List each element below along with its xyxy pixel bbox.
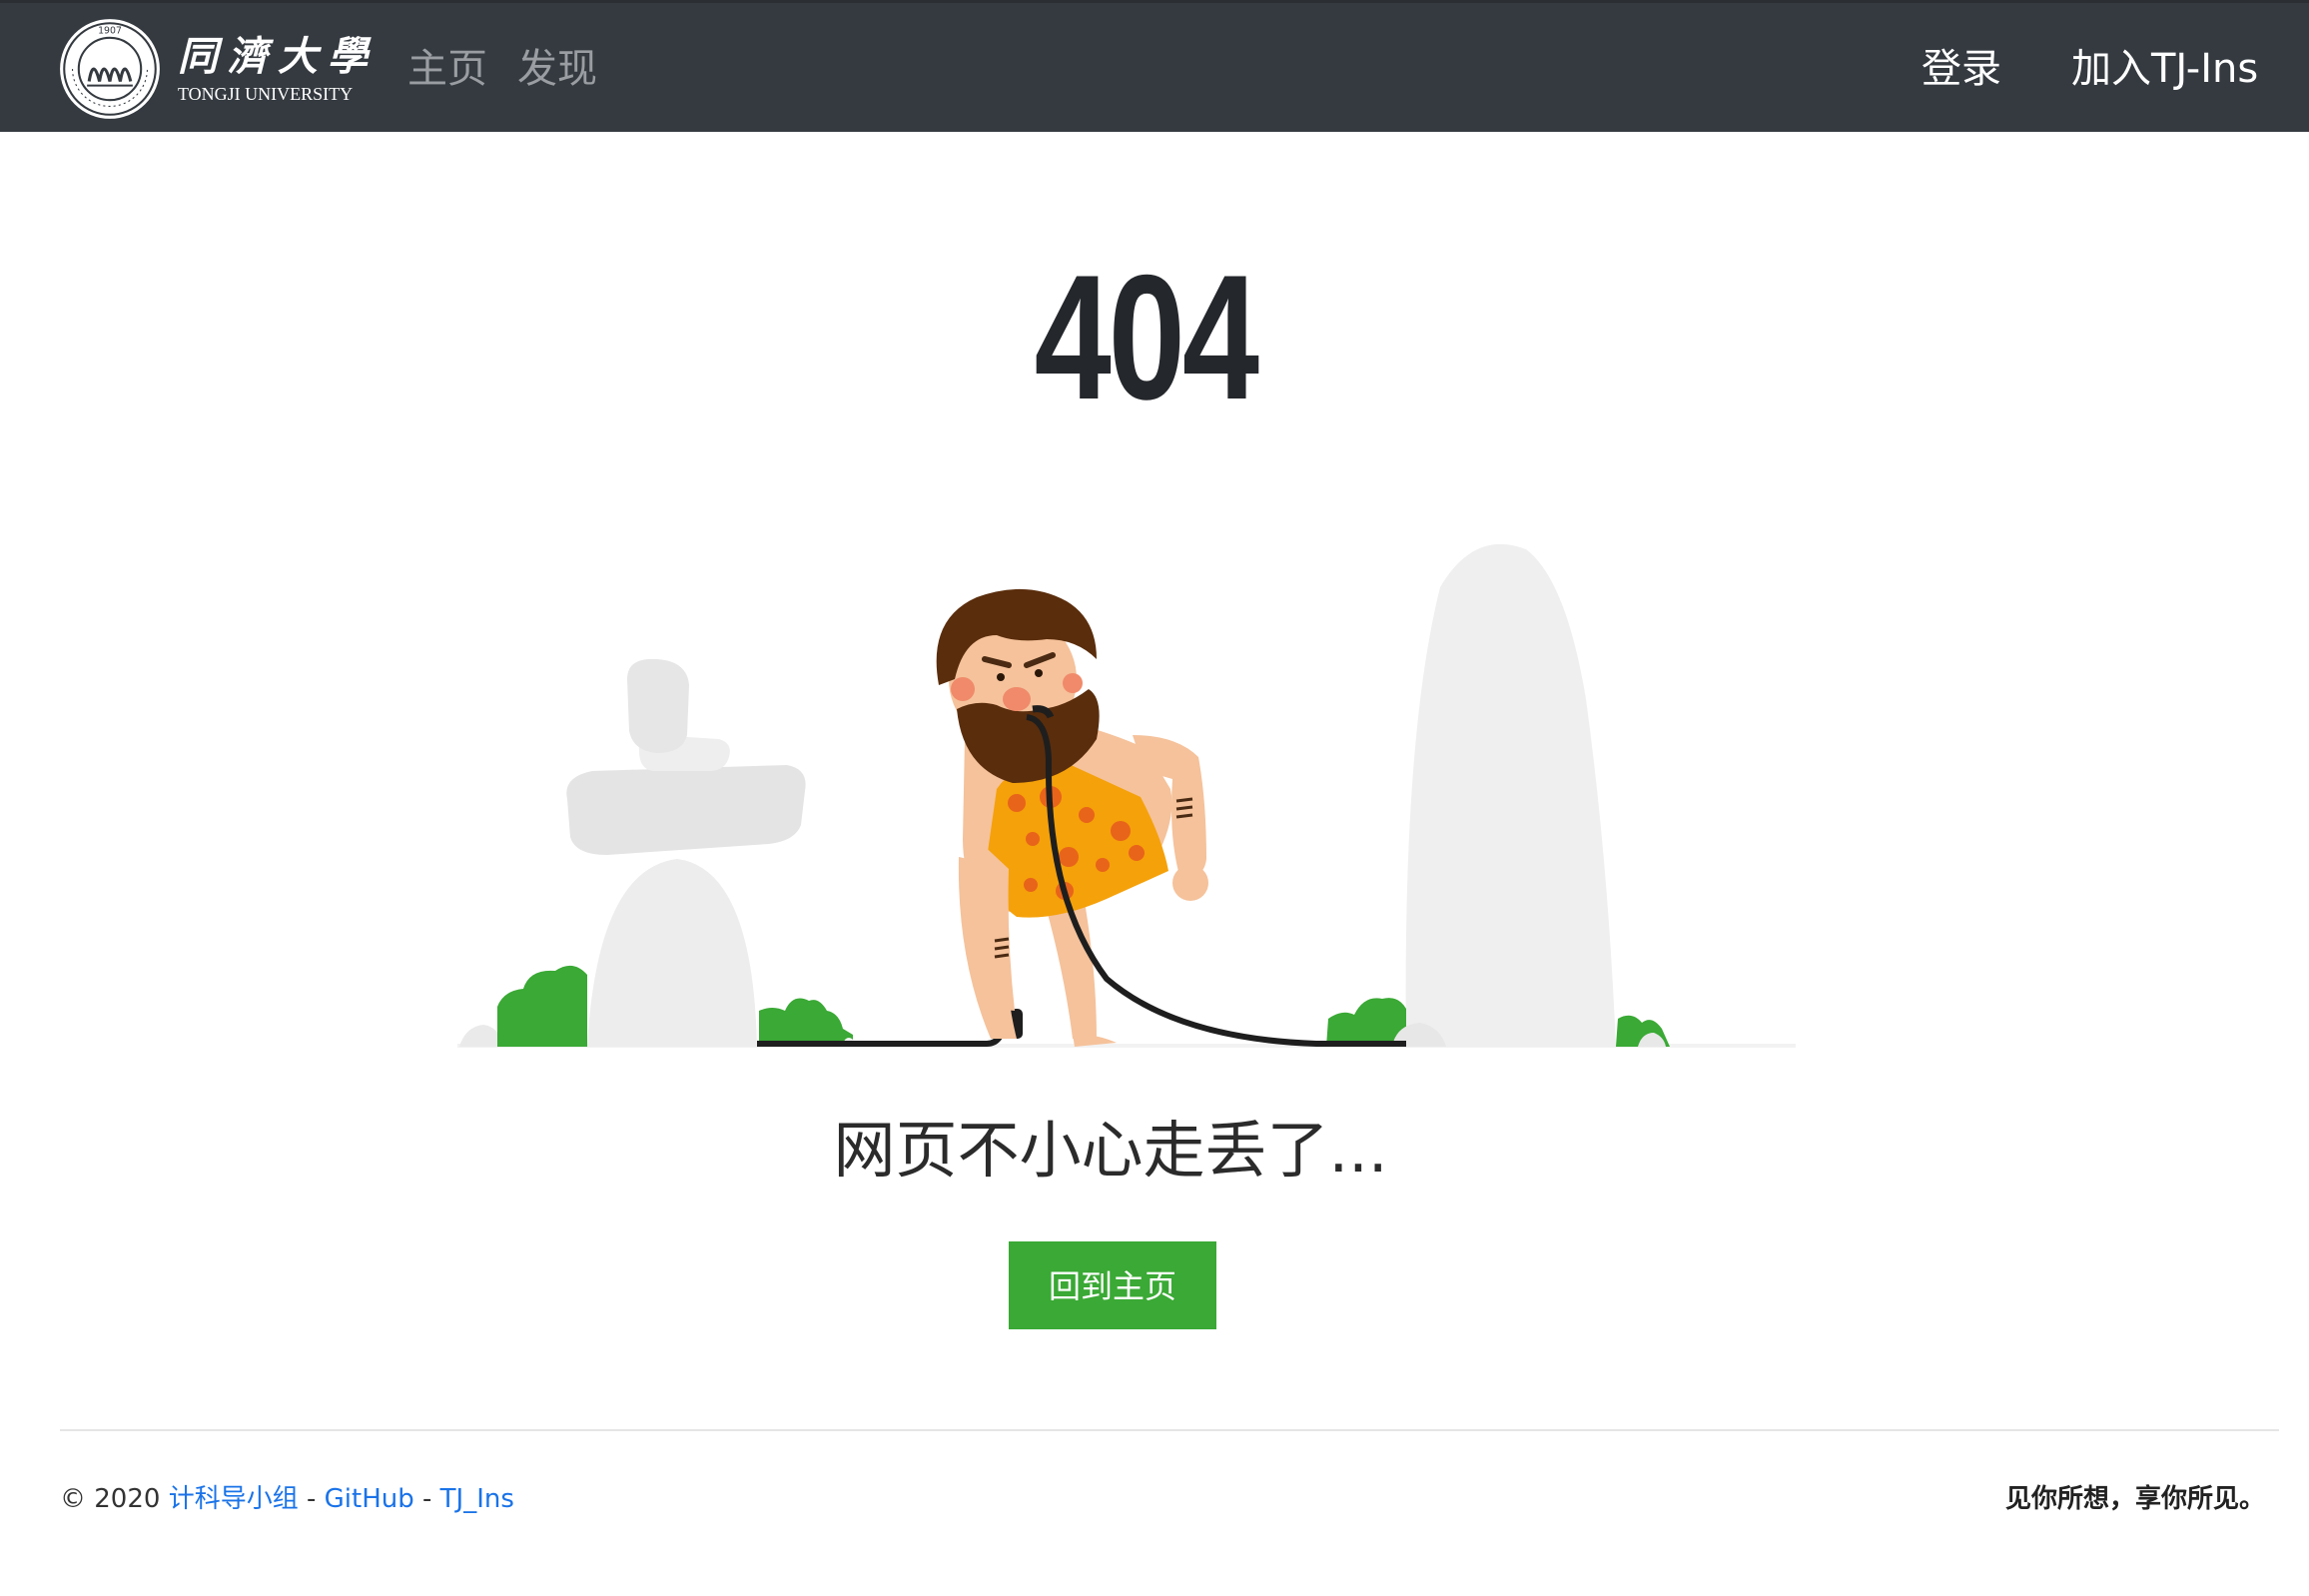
rock-cairn (459, 658, 806, 1047)
separator: - (413, 1484, 440, 1514)
copyright-text: © 2020 (60, 1484, 161, 1514)
navbar: 1907 同濟大學 TONGJI UNIVERSITY 主页 发现 登录 加入T… (0, 0, 2309, 132)
seal-year: 1907 (98, 26, 122, 37)
left-bush (497, 965, 587, 1047)
caveman-illustration (457, 543, 1796, 1048)
caveman-figure (936, 588, 1406, 1047)
tall-rock (1405, 543, 1616, 1047)
nav-discover-link[interactable]: 发现 (517, 43, 597, 95)
nav-login-link[interactable]: 登录 (1922, 43, 2001, 95)
brand-name-en: TONGJI UNIVERSITY (178, 84, 354, 104)
footer-divider (60, 1429, 2279, 1431)
back-home-button[interactable]: 回到主页 (1009, 1241, 1216, 1329)
separator: - (298, 1484, 325, 1514)
team-link[interactable]: 计科导小组 (169, 1484, 299, 1514)
error-code: 404 (1034, 238, 1259, 436)
university-seal-icon: 1907 (60, 19, 160, 119)
right-bush (1326, 998, 1406, 1047)
brand-name-cn: 同濟大學 (178, 33, 378, 80)
footer-credits: © 2020 计科导小组 - GitHub - TJ_Ins (60, 1481, 514, 1517)
brand-logo-link[interactable]: 1907 同濟大學 TONGJI UNIVERSITY (58, 17, 378, 121)
footer-slogan: 见你所想，享你所见。 (2004, 1484, 2265, 1514)
error-message: 网页不小心走丢了... (833, 1114, 1388, 1187)
github-link[interactable]: GitHub (325, 1484, 414, 1514)
nav-home-link[interactable]: 主页 (407, 43, 487, 95)
project-link[interactable]: TJ_Ins (440, 1484, 514, 1514)
nav-join-link[interactable]: 加入TJ-Ins (2071, 43, 2258, 95)
middle-bush (759, 998, 853, 1047)
